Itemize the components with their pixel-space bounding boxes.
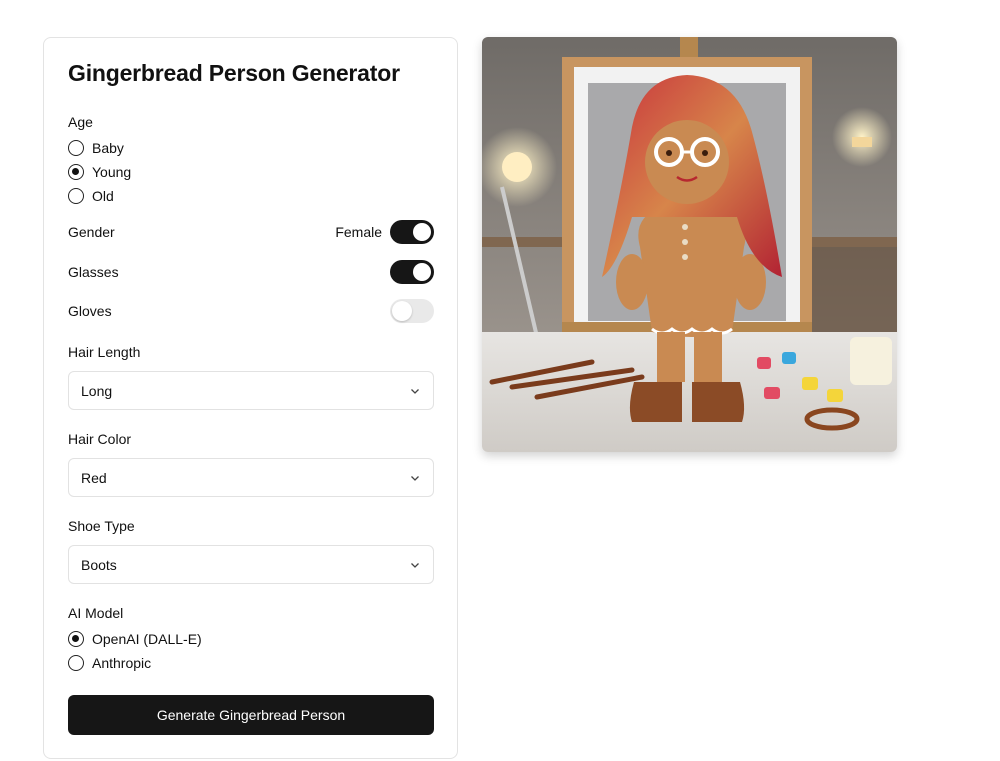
age-option-baby[interactable]: Baby	[68, 138, 124, 158]
ai-model-option-openai[interactable]: OpenAI (DALL-E)	[68, 629, 202, 649]
age-option-label: Old	[92, 188, 114, 204]
hair-length-select[interactable]: Long	[68, 371, 434, 410]
gloves-toggle[interactable]	[390, 299, 434, 323]
chevron-down-icon	[411, 388, 419, 394]
generator-form-panel: Gingerbread Person Generator Age Baby Yo…	[43, 37, 458, 759]
radio-circle[interactable]	[68, 188, 84, 204]
glasses-row: Glasses	[68, 259, 434, 285]
ai-model-option-anthropic[interactable]: Anthropic	[68, 653, 151, 673]
glasses-toggle[interactable]	[390, 260, 434, 284]
ai-model-option-label: Anthropic	[92, 655, 152, 671]
age-option-young[interactable]: Young	[68, 162, 131, 182]
glasses-label: Glasses	[68, 264, 119, 280]
radio-circle-checked[interactable]	[68, 631, 84, 647]
gingerbread-illustration	[482, 37, 897, 452]
gender-toggle[interactable]	[390, 220, 434, 244]
hair-color-select[interactable]: Red	[68, 458, 434, 497]
ai-model-option-label: OpenAI (DALL-E)	[92, 631, 202, 647]
page-title: Gingerbread Person Generator	[68, 60, 400, 86]
shoe-type-label: Shoe Type	[68, 518, 135, 534]
age-option-old[interactable]: Old	[68, 186, 114, 206]
chevron-down-icon	[411, 562, 419, 568]
age-option-label: Baby	[92, 140, 124, 156]
gender-label: Gender	[68, 224, 115, 240]
hair-color-value: Red	[81, 469, 107, 486]
radio-circle[interactable]	[68, 655, 84, 671]
gender-row: Gender Female	[68, 219, 434, 245]
chevron-down-icon	[411, 475, 419, 481]
hair-color-label: Hair Color	[68, 431, 132, 447]
shoe-type-value: Boots	[81, 556, 117, 573]
shoe-type-select[interactable]: Boots	[68, 545, 434, 584]
hair-length-label: Hair Length	[68, 344, 141, 360]
radio-circle[interactable]	[68, 140, 84, 156]
generated-image	[482, 37, 897, 452]
toggle-knob	[392, 301, 412, 321]
gender-value: Female	[335, 224, 382, 240]
age-label: Age	[68, 114, 93, 130]
gloves-label: Gloves	[68, 303, 112, 319]
toggle-knob	[413, 263, 431, 281]
gloves-row: Gloves	[68, 298, 434, 324]
age-option-label: Young	[92, 164, 132, 180]
radio-circle-checked[interactable]	[68, 164, 84, 180]
ai-model-label: AI Model	[68, 605, 124, 621]
toggle-knob	[413, 223, 431, 241]
generate-button[interactable]: Generate Gingerbread Person	[68, 695, 434, 735]
hair-length-value: Long	[81, 382, 113, 399]
